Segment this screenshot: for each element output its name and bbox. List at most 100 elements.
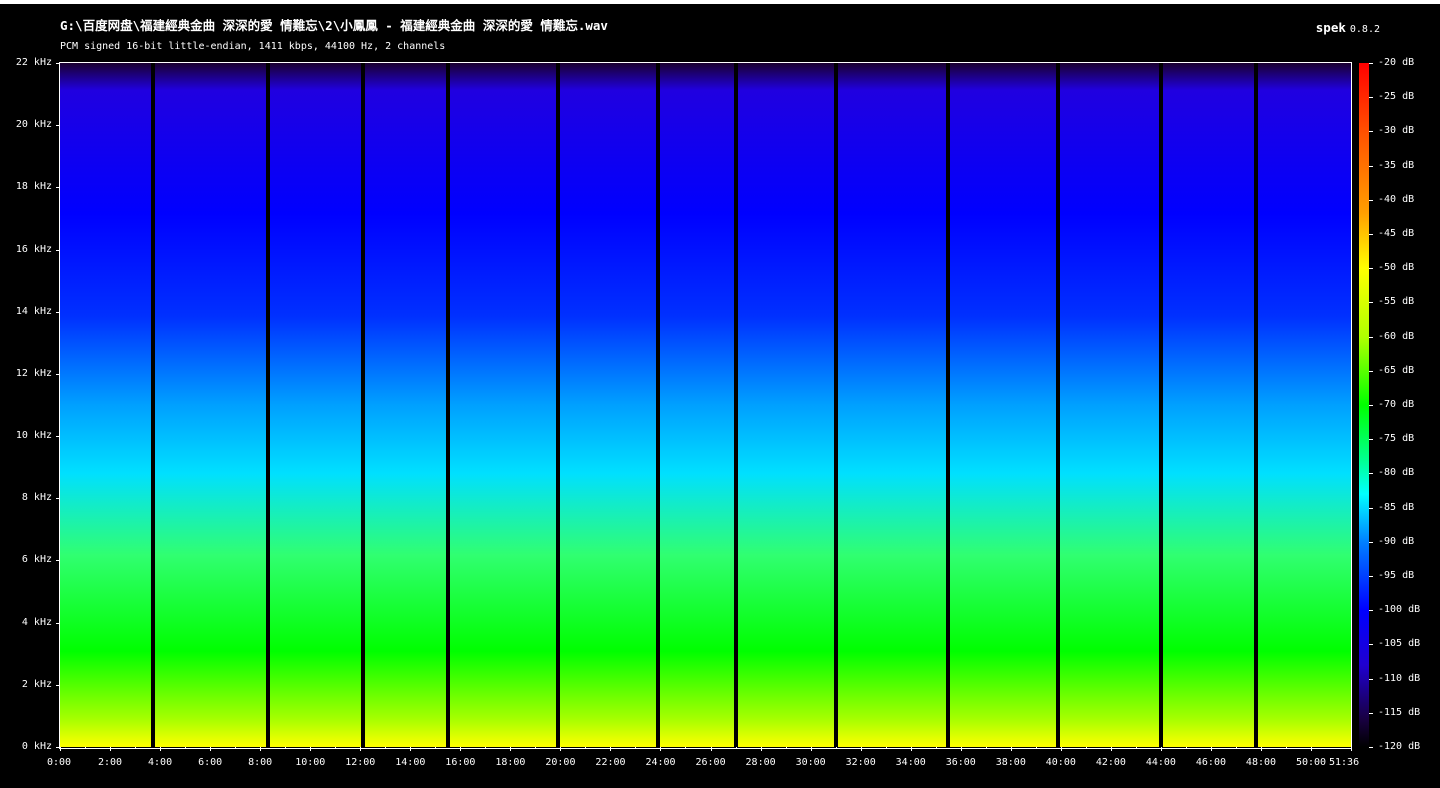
frequency-tick-label: 2 kHz — [21, 678, 52, 690]
db-tick — [1369, 405, 1373, 406]
time-tick-label: 0:00 — [47, 757, 72, 768]
time-tick-label: 46:00 — [1195, 757, 1226, 768]
time-minor-tick — [1186, 747, 1187, 749]
time-tick-label: 32:00 — [845, 757, 876, 768]
time-tick — [811, 747, 812, 751]
time-minor-tick — [736, 747, 737, 749]
db-tick — [1369, 63, 1373, 64]
time-tick-label: 30:00 — [795, 757, 826, 768]
time-minor-tick — [535, 747, 536, 749]
time-minor-tick — [685, 747, 686, 749]
time-tick-label: 12:00 — [345, 757, 376, 768]
time-minor-tick — [435, 747, 436, 749]
frequency-tick — [56, 187, 60, 188]
track-gap — [946, 63, 951, 747]
time-tick — [460, 747, 461, 751]
time-tick — [1261, 747, 1262, 751]
frequency-tick-label: 0 kHz — [21, 741, 52, 752]
frequency-tick-label: 16 kHz — [15, 243, 52, 255]
frequency-tick — [56, 374, 60, 375]
db-tick-label: -90 dB — [1378, 535, 1415, 547]
time-minor-tick — [786, 747, 787, 749]
frequency-tick-label: 20 kHz — [15, 119, 52, 131]
track-gap — [733, 63, 738, 747]
time-tick — [60, 747, 61, 751]
db-tick — [1369, 747, 1373, 748]
track-gap — [655, 63, 660, 747]
time-tick-label: 42:00 — [1095, 757, 1126, 768]
time-tick — [1311, 747, 1312, 751]
frequency-tick — [56, 125, 60, 126]
time-minor-tick — [485, 747, 486, 749]
audio-format-info: PCM signed 16-bit little-endian, 1411 kb… — [60, 41, 446, 52]
time-tick — [911, 747, 912, 751]
db-tick-label: -40 dB — [1378, 193, 1415, 205]
db-tick — [1369, 337, 1373, 338]
time-tick — [610, 747, 611, 751]
db-tick-label: -60 dB — [1378, 330, 1415, 342]
db-tick-label: -115 dB — [1378, 706, 1421, 718]
frequency-tick-label: 10 kHz — [15, 430, 52, 442]
time-tick-label: 34:00 — [895, 757, 926, 768]
time-tick — [1351, 747, 1352, 751]
db-tick-label: -20 dB — [1378, 57, 1415, 68]
track-gap — [555, 63, 560, 747]
db-tick — [1369, 610, 1373, 611]
time-tick — [160, 747, 161, 751]
file-path-title: G:\百度网盘\福建經典金曲 深深的愛 情難忘\2\小鳳鳳 - 福建經典金曲 深… — [60, 18, 608, 33]
track-gap — [1056, 63, 1061, 747]
db-tick — [1369, 97, 1373, 98]
time-tick — [510, 747, 511, 751]
time-minor-tick — [335, 747, 336, 749]
db-tick-label: -120 dB — [1378, 741, 1421, 752]
track-gap — [833, 63, 838, 747]
db-tick-label: -80 dB — [1378, 467, 1415, 479]
time-minor-tick — [1036, 747, 1037, 749]
frequency-tick — [56, 685, 60, 686]
track-gap — [445, 63, 450, 747]
time-tick-label: 28:00 — [745, 757, 776, 768]
app-name: spek — [1315, 20, 1346, 35]
track-gap — [1253, 63, 1258, 747]
db-color-scale — [1359, 63, 1369, 747]
db-tick-label: -45 dB — [1378, 228, 1415, 239]
db-tick — [1369, 200, 1373, 201]
time-tick — [761, 747, 762, 751]
time-tick-label: 20:00 — [545, 757, 576, 768]
time-tick-label: 4:00 — [148, 757, 173, 768]
db-tick — [1369, 166, 1373, 167]
frequency-tick-label: 4 kHz — [21, 616, 52, 628]
time-minor-tick — [585, 747, 586, 749]
time-tick — [1211, 747, 1212, 751]
time-tick-label: 48:00 — [1245, 757, 1277, 768]
spectrogram[interactable] — [60, 63, 1351, 747]
track-gap — [150, 63, 155, 747]
app-version: 0.8.2 — [1349, 24, 1380, 35]
time-tick-label: 51:36 — [1329, 757, 1360, 768]
time-tick-label: 14:00 — [395, 757, 426, 768]
frequency-tick-label: 8 kHz — [21, 492, 52, 504]
time-tick — [1111, 747, 1112, 751]
frequency-tick — [56, 250, 60, 251]
db-tick — [1369, 439, 1373, 440]
db-tick-label: -110 dB — [1378, 672, 1421, 684]
frequency-tick — [56, 498, 60, 499]
time-tick — [711, 747, 712, 751]
frequency-tick — [56, 560, 60, 561]
db-tick-label: -50 dB — [1378, 262, 1415, 274]
db-tick — [1369, 508, 1373, 509]
frequency-tick-label: 18 kHz — [15, 181, 52, 193]
time-minor-tick — [1136, 747, 1137, 749]
time-tick — [110, 747, 111, 751]
db-tick — [1369, 713, 1373, 714]
time-tick — [1061, 747, 1062, 751]
track-gap — [360, 63, 365, 747]
db-tick-label: -100 dB — [1378, 604, 1421, 616]
time-tick-label: 36:00 — [945, 757, 976, 768]
db-tick-label: -30 dB — [1378, 125, 1415, 137]
db-tick-label: -105 dB — [1378, 638, 1421, 650]
db-tick-label: -25 dB — [1378, 91, 1415, 103]
time-minor-tick — [385, 747, 386, 749]
frequency-tick — [56, 63, 60, 64]
time-tick-label: 8:00 — [248, 757, 273, 768]
